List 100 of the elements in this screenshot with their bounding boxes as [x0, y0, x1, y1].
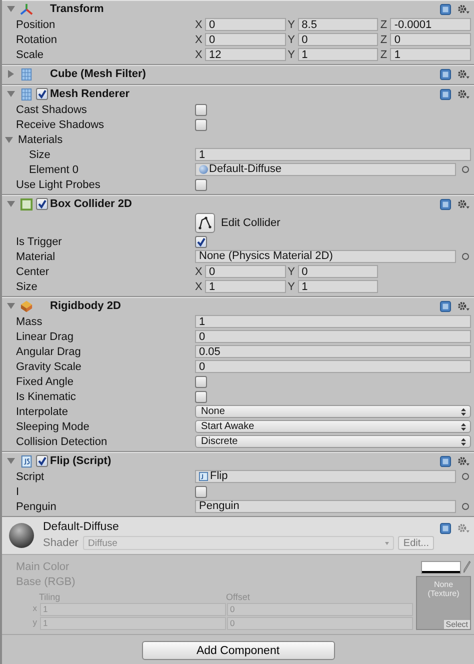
object-field[interactable]: Default-Diffuse: [195, 163, 456, 176]
axis-label: Y: [288, 18, 296, 30]
help-book-icon[interactable]: [440, 456, 451, 466]
checkbox[interactable]: [195, 104, 207, 116]
axis-label: Y: [288, 48, 296, 60]
settings-icon[interactable]: [457, 523, 470, 534]
object-field[interactable]: Flip: [195, 470, 456, 483]
object-picker-icon[interactable]: [462, 503, 469, 510]
help-book-icon[interactable]: [440, 300, 451, 312]
checkbox[interactable]: [195, 390, 207, 402]
settings-icon[interactable]: [457, 88, 470, 100]
number-field[interactable]: 1: [298, 48, 378, 61]
up-down-arrow-icon: [461, 438, 466, 446]
script-file-icon: [20, 454, 33, 468]
number-field[interactable]: 1: [195, 148, 471, 161]
property-label: Sleeping Mode: [15, 420, 90, 432]
axis-label: X: [195, 18, 204, 30]
component-header[interactable]: Rigidbody 2D: [2, 297, 474, 314]
texture-slot[interactable]: None (Texture) Select: [416, 576, 471, 630]
checkbox[interactable]: [195, 118, 207, 130]
settings-icon[interactable]: [457, 4, 470, 14]
number-field[interactable]: 0.05: [195, 345, 471, 358]
component-header[interactable]: Flip (Script): [2, 452, 474, 469]
number-field[interactable]: -0.0001: [390, 18, 471, 31]
number-field[interactable]: 12: [205, 48, 286, 61]
help-book-icon[interactable]: [440, 523, 451, 534]
number-field[interactable]: 0: [205, 18, 286, 31]
property-label: Interpolate: [15, 406, 69, 418]
component-title: Box Collider 2D: [50, 198, 132, 210]
settings-icon[interactable]: [457, 456, 470, 466]
checkbox[interactable]: [195, 236, 207, 248]
number-field[interactable]: 0: [298, 33, 378, 46]
property-label: Materials: [18, 134, 64, 146]
dropdown[interactable]: None: [195, 405, 471, 418]
foldout-arrow-icon[interactable]: [7, 458, 15, 464]
enable-checkbox[interactable]: [36, 455, 48, 467]
foldout-arrow-icon[interactable]: [5, 136, 13, 142]
component-header[interactable]: Transform: [2, 0, 474, 17]
number-field[interactable]: 0: [195, 360, 471, 373]
number-field[interactable]: 0: [298, 265, 378, 278]
object-field[interactable]: Penguin: [195, 500, 456, 513]
axis-label: Z: [380, 34, 388, 46]
object-field[interactable]: None (Physics Material 2D): [195, 250, 456, 263]
number-field[interactable]: 0: [195, 330, 471, 343]
property-label: Use Light Probes: [15, 178, 102, 190]
enable-checkbox[interactable]: [36, 198, 48, 210]
settings-icon[interactable]: [457, 300, 470, 312]
number-field[interactable]: 0: [205, 265, 286, 278]
edit-button[interactable]: Edit...: [398, 536, 434, 550]
property-label: Rotation: [15, 34, 58, 46]
help-book-icon[interactable]: [440, 4, 451, 14]
help-book-icon[interactable]: [440, 68, 451, 80]
object-picker-icon[interactable]: [462, 473, 469, 480]
foldout-arrow-icon[interactable]: [8, 70, 14, 78]
foldout-arrow-icon[interactable]: [7, 91, 15, 97]
axis-label: Z: [380, 18, 388, 30]
checkbox[interactable]: [195, 376, 207, 388]
polygon-shape-icon: [195, 213, 215, 233]
number-field[interactable]: 1: [195, 315, 471, 328]
shader-label: Shader: [43, 537, 80, 549]
component-title: Cube (Mesh Filter): [50, 68, 146, 80]
material-preview-icon: [9, 523, 34, 548]
number-field[interactable]: 1: [390, 48, 471, 61]
dropdown[interactable]: Discrete: [195, 435, 471, 448]
object-picker-icon[interactable]: [462, 166, 469, 173]
foldout-arrow-icon[interactable]: [7, 303, 15, 309]
dropdown[interactable]: Start Awake: [195, 420, 471, 433]
number-field[interactable]: 1: [298, 280, 378, 293]
axis-label: X: [195, 48, 204, 60]
property-label: Linear Drag: [15, 330, 74, 342]
number-field[interactable]: 0: [390, 33, 471, 46]
axis-label: Y: [288, 280, 296, 292]
component-header[interactable]: Box Collider 2D: [2, 195, 474, 212]
component-header[interactable]: Mesh Renderer: [2, 85, 474, 102]
settings-icon[interactable]: [457, 68, 470, 80]
number-field[interactable]: 0: [205, 33, 286, 46]
script-file-icon: [199, 472, 208, 481]
component-header[interactable]: Cube (Mesh Filter): [2, 65, 474, 82]
property-label: Angular Drag: [15, 346, 82, 358]
enable-checkbox[interactable]: [36, 88, 48, 100]
axis-label: X: [195, 266, 204, 278]
object-picker-icon[interactable]: [462, 253, 469, 260]
number-field[interactable]: 8.5: [298, 18, 378, 31]
property-label: Mass: [15, 316, 44, 328]
edit-collider-button[interactable]: Edit Collider: [195, 213, 280, 233]
checkbox[interactable]: [195, 486, 207, 498]
number-field[interactable]: 1: [205, 280, 286, 293]
grid-icon: [20, 68, 33, 80]
eyedropper-icon[interactable]: [463, 560, 471, 574]
help-book-icon[interactable]: [440, 88, 451, 100]
help-book-icon[interactable]: [440, 198, 451, 210]
axis-label: X: [195, 280, 204, 292]
foldout-arrow-icon[interactable]: [7, 6, 15, 12]
property-label: Center: [15, 266, 50, 278]
color-swatch[interactable]: [421, 560, 461, 574]
select-button[interactable]: Select: [444, 620, 470, 629]
add-component-button[interactable]: Add Component: [142, 641, 334, 660]
checkbox[interactable]: [195, 178, 207, 190]
axis-label: Y: [288, 266, 296, 278]
settings-icon[interactable]: [457, 198, 470, 210]
